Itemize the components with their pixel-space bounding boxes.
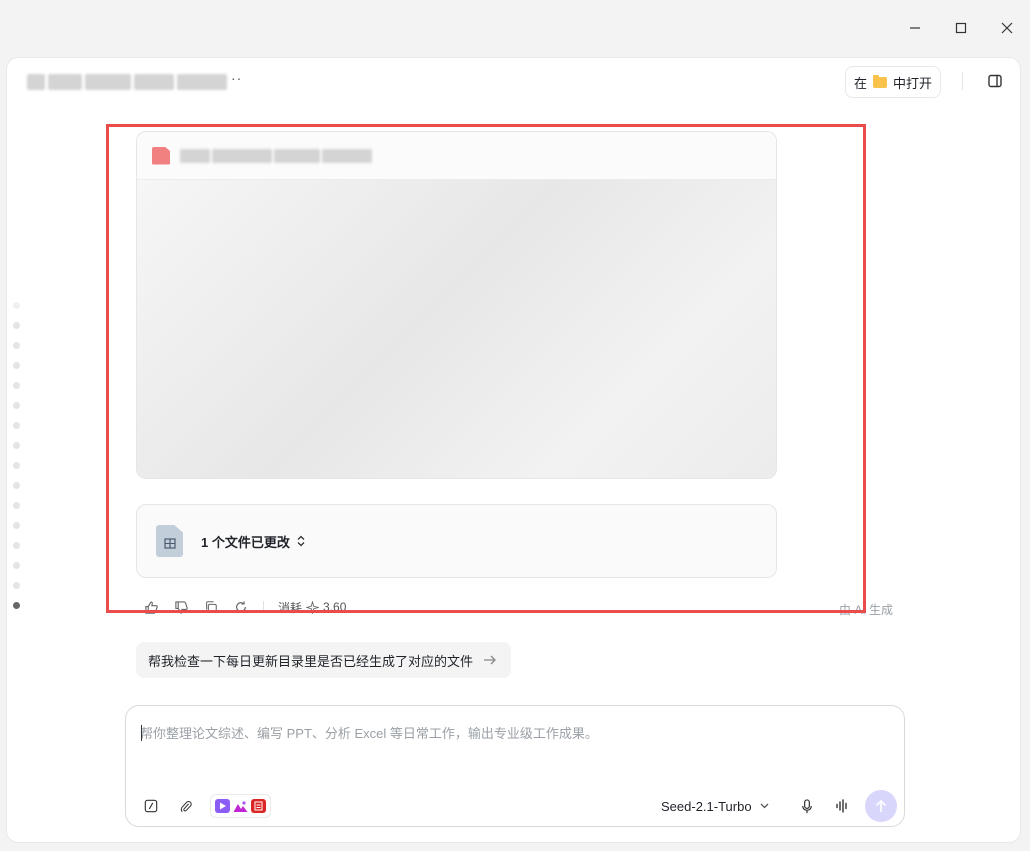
- scroll-dot[interactable]: [13, 342, 20, 349]
- file-preview-card[interactable]: [136, 131, 777, 479]
- model-selector[interactable]: Seed-2.1-Turbo: [661, 796, 769, 816]
- scroll-dot[interactable]: [13, 382, 20, 389]
- file-preview-thumbnail: [137, 180, 776, 478]
- close-button[interactable]: [984, 0, 1030, 56]
- expand-collapse-icon[interactable]: [296, 535, 306, 547]
- scroll-dot[interactable]: [13, 302, 20, 309]
- message-scroll-indicator: [13, 302, 20, 609]
- actions-divider: [263, 601, 264, 613]
- suggested-prompt-text: 帮我检查一下每日更新目录里是否已经生成了对应的文件: [148, 653, 474, 669]
- command-button[interactable]: [142, 797, 160, 815]
- message-composer: Seed-2.1-Turbo: [125, 705, 905, 827]
- message-actions: 消耗 3.60: [143, 599, 346, 615]
- send-button[interactable]: [865, 790, 897, 822]
- window-controls: [892, 0, 1030, 56]
- maximize-button[interactable]: [938, 0, 984, 56]
- consume-value: 3.60: [323, 600, 347, 614]
- attach-button[interactable]: [177, 797, 195, 815]
- waveform-icon: [836, 799, 847, 813]
- video-icon[interactable]: [215, 799, 230, 813]
- minimize-button[interactable]: [892, 0, 938, 56]
- scroll-dot[interactable]: [13, 562, 20, 569]
- arrow-right-icon: [484, 655, 496, 665]
- thumbs-down-icon: [174, 600, 188, 614]
- slash-command-icon: [144, 799, 158, 813]
- sparkle-icon: [306, 600, 320, 614]
- scroll-dot[interactable]: [13, 462, 20, 469]
- more-options-icon[interactable]: ··: [231, 70, 242, 86]
- scroll-dot[interactable]: [13, 522, 20, 529]
- thumbs-down-button[interactable]: [173, 599, 189, 615]
- thumbs-up-icon: [144, 600, 158, 614]
- folder-icon: [873, 74, 888, 88]
- close-icon: [1001, 22, 1013, 34]
- ai-generated-note: 由 AI 生成: [839, 603, 894, 617]
- regenerate-button[interactable]: [233, 599, 249, 615]
- document-icon: [152, 146, 170, 165]
- open-in-folder-button[interactable]: 在 中打开: [845, 66, 942, 98]
- sidebar-toggle-button[interactable]: [987, 73, 1003, 89]
- scroll-dot[interactable]: [13, 482, 20, 489]
- main-panel: ·· 在 中打开 1 个文件已更改 消耗 3.60 由 AI 生成 帮我检查一下…: [6, 57, 1021, 843]
- scroll-dot-active[interactable]: [13, 602, 20, 609]
- consume-label: 消耗: [278, 600, 303, 615]
- token-consumption: 消耗 3.60: [278, 599, 346, 616]
- spreadsheet-file-icon: [156, 525, 183, 557]
- image-icon[interactable]: [233, 799, 248, 813]
- open-in-prefix: 在: [854, 75, 868, 91]
- copy-icon: [206, 601, 217, 613]
- model-name: Seed-2.1-Turbo: [661, 798, 752, 814]
- arrow-up-icon: [875, 799, 887, 812]
- document-tool-icon[interactable]: [251, 799, 266, 813]
- files-changed-label: 1 个文件已更改: [201, 534, 290, 550]
- maximize-icon: [955, 22, 967, 34]
- scroll-dot[interactable]: [13, 542, 20, 549]
- refresh-icon: [236, 601, 246, 612]
- scroll-dot[interactable]: [13, 362, 20, 369]
- voice-mode-button[interactable]: [833, 797, 851, 815]
- open-in-suffix: 中打开: [893, 75, 933, 91]
- copy-button[interactable]: [203, 599, 219, 615]
- conversation-title-redacted[interactable]: [27, 74, 227, 90]
- microphone-icon: [802, 798, 812, 813]
- voice-input-button[interactable]: [798, 797, 816, 815]
- message-input[interactable]: [140, 722, 880, 744]
- thumbs-up-button[interactable]: [143, 599, 159, 615]
- file-preview-header: [137, 132, 776, 180]
- suggested-prompt-chip[interactable]: 帮我检查一下每日更新目录里是否已经生成了对应的文件: [136, 642, 512, 678]
- scroll-dot[interactable]: [13, 442, 20, 449]
- text-caret: [141, 725, 142, 741]
- scroll-dot[interactable]: [13, 402, 20, 409]
- files-changed-card[interactable]: 1 个文件已更改: [136, 504, 777, 578]
- scroll-dot[interactable]: [13, 502, 20, 509]
- minimize-icon: [910, 27, 920, 29]
- topbar-divider: [962, 72, 963, 90]
- scroll-dot[interactable]: [13, 422, 20, 429]
- topbar: ·· 在 中打开: [7, 58, 1020, 106]
- file-name-redacted: [180, 148, 372, 163]
- media-tools[interactable]: [210, 794, 271, 818]
- paperclip-icon: [180, 800, 192, 812]
- sidebar-panel-icon: [988, 74, 1002, 88]
- scroll-dot[interactable]: [13, 582, 20, 589]
- chevron-down-icon: [760, 803, 769, 809]
- scroll-dot[interactable]: [13, 322, 20, 329]
